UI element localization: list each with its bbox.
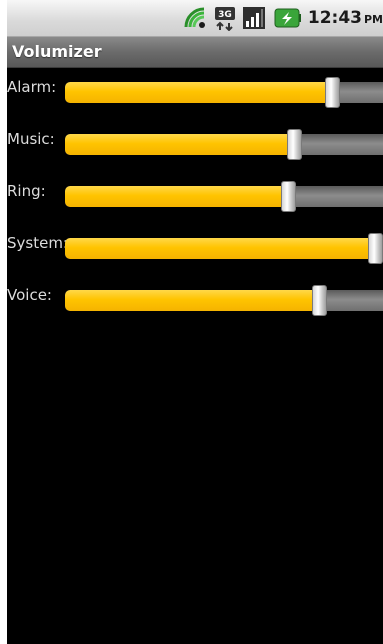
slider-row-voice: Voice: (7, 276, 383, 316)
slider-track-ring[interactable] (65, 186, 383, 207)
signal-strength-icon (242, 7, 265, 29)
battery-charging-icon (274, 8, 301, 28)
clock-time: 12:43 (307, 8, 362, 28)
slider-thumb-ring[interactable] (281, 181, 297, 212)
slider-fill-alarm (65, 82, 332, 103)
slider-track-music[interactable] (65, 134, 383, 155)
slider-thumb-alarm[interactable] (324, 77, 340, 108)
slider-fill-system (65, 238, 375, 259)
svg-text:3G: 3G (218, 10, 232, 20)
slider-row-music: Music: (7, 120, 383, 160)
status-bar: 3G 12:43 PM (7, 0, 383, 37)
slider-thumb-voice[interactable] (312, 285, 328, 316)
slider-label-system: System: (7, 234, 68, 252)
wifi-icon (184, 7, 205, 28)
slider-row-alarm: Alarm: (7, 68, 383, 108)
slider-track-voice[interactable] (65, 290, 383, 311)
slider-label-alarm: Alarm: (7, 78, 57, 96)
slider-label-voice: Voice: (7, 286, 52, 304)
status-clock: 12:43 PM (308, 8, 383, 28)
app-title: Volumizer (12, 42, 102, 61)
slider-fill-music (65, 134, 295, 155)
status-icons: 3G 12:43 PM (182, 0, 383, 36)
slider-label-ring: Ring: (7, 182, 46, 200)
slider-track-system[interactable] (65, 238, 383, 259)
slider-thumb-system[interactable] (368, 233, 383, 264)
3g-network-icon: 3G (214, 7, 235, 31)
slider-fill-ring (65, 186, 289, 207)
slider-row-ring: Ring: (7, 172, 383, 212)
clock-ampm: PM (363, 13, 383, 26)
slider-label-music: Music: (7, 130, 55, 148)
slider-fill-voice (65, 290, 320, 311)
device-frame: 3G 12:43 PM Volumizer Alarm: Music: Ring… (0, 0, 383, 644)
slider-row-system: System: (7, 224, 383, 264)
screen: 3G 12:43 PM Volumizer Alarm: Music: Ring… (7, 0, 383, 644)
slider-thumb-music[interactable] (287, 129, 303, 160)
title-bar: Volumizer (7, 37, 383, 68)
